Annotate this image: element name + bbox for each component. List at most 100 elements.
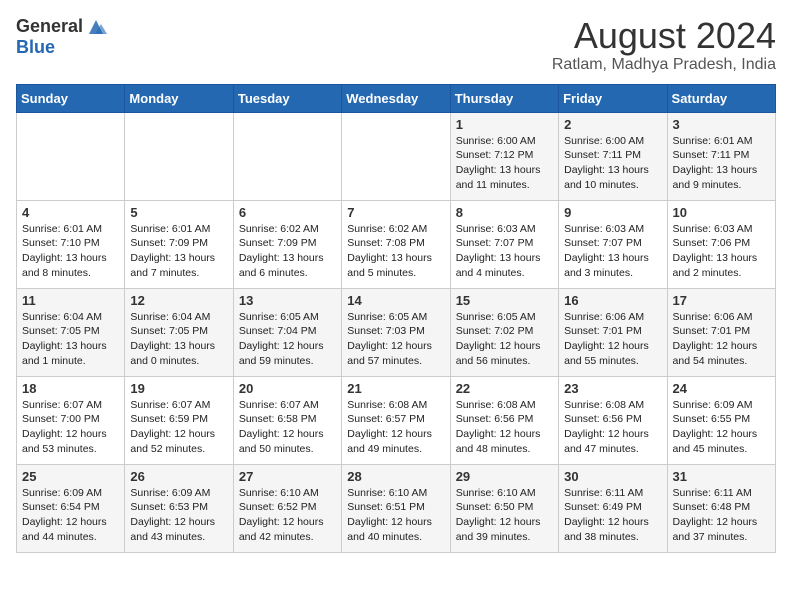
calendar-cell: 23 Sunrise: 6:08 AMSunset: 6:56 PMDayligh… [559,376,667,464]
day-info: Sunrise: 6:04 AMSunset: 7:05 PMDaylight:… [130,310,227,369]
day-number: 2 [564,117,661,132]
day-number: 29 [456,469,553,484]
calendar-cell [17,112,125,200]
weekday-header-sunday: Sunday [17,84,125,112]
weekday-header-tuesday: Tuesday [233,84,341,112]
day-number: 15 [456,293,553,308]
day-number: 23 [564,381,661,396]
calendar-cell: 14 Sunrise: 6:05 AMSunset: 7:03 PMDayligh… [342,288,450,376]
calendar-cell: 8 Sunrise: 6:03 AMSunset: 7:07 PMDaylight… [450,200,558,288]
weekday-header-saturday: Saturday [667,84,775,112]
day-info: Sunrise: 6:08 AMSunset: 6:57 PMDaylight:… [347,398,444,457]
day-info: Sunrise: 6:02 AMSunset: 7:09 PMDaylight:… [239,222,336,281]
location-title: Ratlam, Madhya Pradesh, India [552,56,776,74]
day-info: Sunrise: 6:10 AMSunset: 6:50 PMDaylight:… [456,486,553,545]
calendar-cell: 21 Sunrise: 6:08 AMSunset: 6:57 PMDayligh… [342,376,450,464]
weekday-header-row: SundayMondayTuesdayWednesdayThursdayFrid… [17,84,776,112]
weekday-header-friday: Friday [559,84,667,112]
day-info: Sunrise: 6:09 AMSunset: 6:53 PMDaylight:… [130,486,227,545]
calendar-cell: 10 Sunrise: 6:03 AMSunset: 7:06 PMDayligh… [667,200,775,288]
day-info: Sunrise: 6:11 AMSunset: 6:48 PMDaylight:… [673,486,770,545]
calendar-cell: 20 Sunrise: 6:07 AMSunset: 6:58 PMDayligh… [233,376,341,464]
day-number: 31 [673,469,770,484]
calendar-cell: 18Sunrise: 6:07 AMSunset: 7:00 PMDayligh… [17,376,125,464]
calendar-week-row: 25 Sunrise: 6:09 AMSunset: 6:54 PMDayligh… [17,464,776,552]
day-number: 30 [564,469,661,484]
day-number: 24 [673,381,770,396]
day-number: 16 [564,293,661,308]
calendar-cell: 13Sunrise: 6:05 AMSunset: 7:04 PMDayligh… [233,288,341,376]
day-number: 14 [347,293,444,308]
calendar-cell: 22Sunrise: 6:08 AMSunset: 6:56 PMDayligh… [450,376,558,464]
calendar-cell: 4 Sunrise: 6:01 AMSunset: 7:10 PMDaylight… [17,200,125,288]
calendar-cell: 26Sunrise: 6:09 AMSunset: 6:53 PMDayligh… [125,464,233,552]
calendar-table: SundayMondayTuesdayWednesdayThursdayFrid… [16,84,776,553]
logo-icon [85,16,107,38]
calendar-cell: 25 Sunrise: 6:09 AMSunset: 6:54 PMDayligh… [17,464,125,552]
calendar-week-row: 4 Sunrise: 6:01 AMSunset: 7:10 PMDaylight… [17,200,776,288]
calendar-cell: 1 Sunrise: 6:00 AMSunset: 7:12 PMDaylight… [450,112,558,200]
calendar-cell: 17Sunrise: 6:06 AMSunset: 7:01 PMDayligh… [667,288,775,376]
day-info: Sunrise: 6:01 AMSunset: 7:10 PMDaylight:… [22,222,119,281]
calendar-cell: 2 Sunrise: 6:00 AMSunset: 7:11 PMDaylight… [559,112,667,200]
day-number: 17 [673,293,770,308]
calendar-cell: 30Sunrise: 6:11 AMSunset: 6:49 PMDayligh… [559,464,667,552]
weekday-header-monday: Monday [125,84,233,112]
day-info: Sunrise: 6:01 AMSunset: 7:11 PMDaylight:… [673,134,770,193]
calendar-cell: 7 Sunrise: 6:02 AMSunset: 7:08 PMDaylight… [342,200,450,288]
day-info: Sunrise: 6:05 AMSunset: 7:04 PMDaylight:… [239,310,336,369]
day-number: 1 [456,117,553,132]
day-info: Sunrise: 6:05 AMSunset: 7:03 PMDaylight:… [347,310,444,369]
calendar-cell: 12Sunrise: 6:04 AMSunset: 7:05 PMDayligh… [125,288,233,376]
logo-general: General [16,17,83,37]
day-number: 11 [22,293,119,308]
calendar-cell: 19 Sunrise: 6:07 AMSunset: 6:59 PMDayligh… [125,376,233,464]
day-info: Sunrise: 6:08 AMSunset: 6:56 PMDaylight:… [456,398,553,457]
logo-blue: Blue [16,38,107,58]
day-info: Sunrise: 6:07 AMSunset: 6:58 PMDaylight:… [239,398,336,457]
weekday-header-wednesday: Wednesday [342,84,450,112]
calendar-cell: 29 Sunrise: 6:10 AMSunset: 6:50 PMDayligh… [450,464,558,552]
day-info: Sunrise: 6:02 AMSunset: 7:08 PMDaylight:… [347,222,444,281]
day-number: 10 [673,205,770,220]
day-info: Sunrise: 6:10 AMSunset: 6:51 PMDaylight:… [347,486,444,545]
weekday-header-thursday: Thursday [450,84,558,112]
day-number: 7 [347,205,444,220]
day-number: 28 [347,469,444,484]
logo: General Blue [16,16,107,58]
day-info: Sunrise: 6:00 AMSunset: 7:11 PMDaylight:… [564,134,661,193]
day-info: Sunrise: 6:08 AMSunset: 6:56 PMDaylight:… [564,398,661,457]
title-block: August 2024 Ratlam, Madhya Pradesh, Indi… [552,16,776,74]
calendar-cell: 11 Sunrise: 6:04 AMSunset: 7:05 PMDayligh… [17,288,125,376]
day-number: 6 [239,205,336,220]
day-info: Sunrise: 6:07 AMSunset: 6:59 PMDaylight:… [130,398,227,457]
calendar-cell [233,112,341,200]
calendar-cell [342,112,450,200]
calendar-cell: 9Sunrise: 6:03 AMSunset: 7:07 PMDaylight… [559,200,667,288]
day-info: Sunrise: 6:03 AMSunset: 7:07 PMDaylight:… [456,222,553,281]
day-number: 25 [22,469,119,484]
day-number: 27 [239,469,336,484]
day-info: Sunrise: 6:00 AMSunset: 7:12 PMDaylight:… [456,134,553,193]
day-number: 3 [673,117,770,132]
calendar-cell: 6 Sunrise: 6:02 AMSunset: 7:09 PMDaylight… [233,200,341,288]
day-info: Sunrise: 6:03 AMSunset: 7:06 PMDaylight:… [673,222,770,281]
day-info: Sunrise: 6:04 AMSunset: 7:05 PMDaylight:… [22,310,119,369]
page-header: General Blue August 2024 Ratlam, Madhya … [16,16,776,74]
day-info: Sunrise: 6:07 AMSunset: 7:00 PMDaylight:… [22,398,119,457]
day-number: 21 [347,381,444,396]
day-number: 4 [22,205,119,220]
day-number: 20 [239,381,336,396]
day-number: 19 [130,381,227,396]
day-info: Sunrise: 6:01 AMSunset: 7:09 PMDaylight:… [130,222,227,281]
day-number: 8 [456,205,553,220]
day-info: Sunrise: 6:09 AMSunset: 6:55 PMDaylight:… [673,398,770,457]
calendar-week-row: 1 Sunrise: 6:00 AMSunset: 7:12 PMDaylight… [17,112,776,200]
month-title: August 2024 [552,16,776,56]
day-info: Sunrise: 6:09 AMSunset: 6:54 PMDaylight:… [22,486,119,545]
calendar-cell: 24 Sunrise: 6:09 AMSunset: 6:55 PMDayligh… [667,376,775,464]
calendar-cell: 28 Sunrise: 6:10 AMSunset: 6:51 PMDayligh… [342,464,450,552]
day-info: Sunrise: 6:06 AMSunset: 7:01 PMDaylight:… [564,310,661,369]
day-info: Sunrise: 6:10 AMSunset: 6:52 PMDaylight:… [239,486,336,545]
calendar-week-row: 18Sunrise: 6:07 AMSunset: 7:00 PMDayligh… [17,376,776,464]
